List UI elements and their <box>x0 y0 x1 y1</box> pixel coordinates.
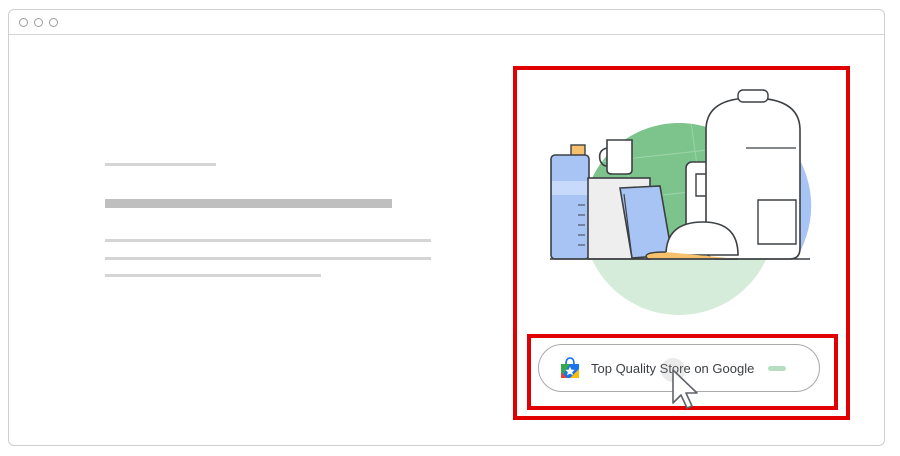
window-dot-icon[interactable] <box>49 17 58 27</box>
window-dot-icon[interactable] <box>34 17 43 27</box>
placeholder-body-line <box>105 274 321 277</box>
highlight-box-badge <box>527 334 838 410</box>
placeholder-heading-bar <box>105 199 392 208</box>
placeholder-body-line <box>105 239 431 242</box>
placeholder-body-line <box>105 257 431 260</box>
window-titlebar <box>9 10 884 35</box>
window-dot-icon[interactable] <box>19 17 28 27</box>
placeholder-eyebrow-line <box>105 163 216 166</box>
